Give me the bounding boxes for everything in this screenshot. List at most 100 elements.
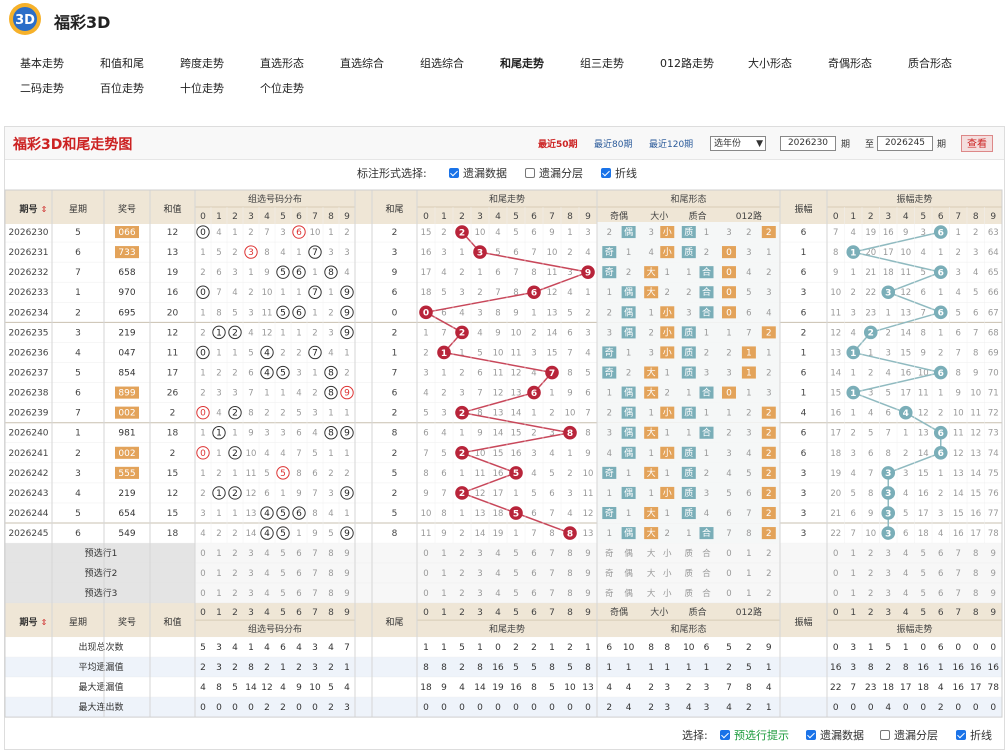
miss-count: 7 (513, 268, 518, 278)
tail-hit-number: 2 (459, 449, 465, 459)
miss-count: 1 (328, 409, 333, 419)
miss-count: 6 (216, 268, 221, 278)
stat-value: 2 (296, 663, 302, 673)
predict-digit: 4 (903, 589, 908, 599)
header-shape-group: 质合 (689, 210, 707, 222)
miss-count: 3 (459, 288, 464, 298)
checkbox-checked-icon[interactable] (806, 730, 816, 740)
option-checkbox[interactable]: 折线 (956, 727, 992, 743)
route-text: 2 (766, 429, 772, 439)
stat-value: 0 (495, 643, 501, 653)
miss-count: 2 (248, 228, 253, 238)
header-shape-group: 012路 (736, 210, 762, 222)
miss-count: 11 (475, 469, 486, 479)
tail-value: 0 (392, 308, 398, 318)
shape-text: 大 (647, 387, 656, 399)
hit-digit: 5 (280, 469, 286, 479)
tail-hit-number: 8 (567, 529, 573, 539)
checkbox-unchecked-icon[interactable] (880, 730, 890, 740)
hit-digit: 1 (216, 489, 222, 499)
predict-digit: 2 (232, 569, 237, 579)
miss-count: 1 (585, 288, 590, 298)
amp-value: 3 (801, 509, 807, 519)
miss-count: 13 (830, 348, 841, 358)
header-digit: 3 (885, 212, 891, 222)
miss-count: 8 (441, 509, 446, 519)
miss-count: 1 (344, 409, 349, 419)
checkbox-checked-icon[interactable] (720, 730, 730, 740)
stat-value: 0 (920, 703, 926, 713)
option-checkbox[interactable]: 预选行提示 (720, 727, 789, 743)
miss-count: 3 (648, 228, 653, 238)
shape-text: 小 (663, 488, 672, 499)
stat-value: 0 (312, 703, 318, 713)
miss-count: 4 (938, 529, 943, 539)
miss-count: 9 (264, 268, 269, 278)
option-label: 折线 (970, 729, 992, 742)
miss-count: 1 (704, 228, 709, 238)
miss-count: 7 (296, 449, 301, 459)
option-checkbox[interactable]: 遗漏数据 (806, 727, 864, 743)
hit-digit: 7 (312, 288, 318, 298)
miss-count: 4 (344, 268, 349, 278)
weekday: 7 (75, 268, 81, 278)
stat-value: 17 (900, 683, 911, 693)
miss-count: 1 (607, 389, 612, 399)
stat-value: 0 (513, 703, 519, 713)
predict-digit: 0 (200, 589, 205, 599)
miss-count: 70 (988, 369, 999, 379)
miss-count: 2 (296, 348, 301, 358)
miss-count: 1 (567, 228, 572, 238)
route-text: 2 (766, 489, 772, 499)
amp-value: 1 (801, 348, 807, 358)
miss-count: 10 (865, 529, 876, 539)
miss-count: 6 (531, 228, 536, 238)
miss-count: 3 (531, 449, 536, 459)
miss-count: 2 (264, 409, 269, 419)
predict-digit: 9 (585, 569, 590, 579)
stat-value: 0 (868, 703, 874, 713)
predict-digit: 1 (216, 569, 221, 579)
miss-count: 12 (918, 409, 929, 419)
stat-value: 8 (216, 683, 222, 693)
predict-digit: 4 (903, 549, 908, 559)
predict-digit: 4 (264, 569, 269, 579)
stat-value: 4 (200, 683, 206, 693)
stat-value: 6 (938, 643, 944, 653)
predict-digit: 2 (868, 569, 873, 579)
predict-shape: 小 (663, 548, 672, 559)
miss-count: 7 (477, 389, 482, 399)
shape-text: 奇 (605, 266, 614, 278)
header-digit: 5 (920, 212, 926, 222)
miss-count: 4 (851, 469, 856, 479)
miss-count: 17 (830, 429, 841, 439)
stat-value: 3 (216, 663, 222, 673)
route-text: 2 (766, 228, 772, 238)
miss-count: 1 (280, 288, 285, 298)
header-digit: 7 (312, 212, 318, 222)
miss-count: 6 (746, 308, 751, 318)
miss-count: 1 (704, 328, 709, 338)
stat-label: 平均遗漏值 (78, 661, 123, 673)
stat-value: 2 (531, 643, 537, 653)
amp-value: 2 (801, 328, 807, 338)
miss-count: 63 (988, 228, 999, 238)
option-checkbox[interactable]: 遗漏分层 (880, 727, 938, 743)
checkbox-checked-icon[interactable] (956, 730, 966, 740)
miss-count: 4 (956, 288, 961, 298)
miss-count: 6 (973, 308, 978, 318)
tail-hit-number: 2 (459, 329, 465, 339)
header-digit: 7 (312, 608, 318, 618)
miss-count: 6 (746, 489, 751, 499)
predict-digit: 0 (423, 569, 428, 579)
amp-hit-number: 4 (903, 409, 909, 419)
options-label: 选择: (682, 729, 708, 742)
header-digit: 4 (264, 212, 270, 222)
miss-count: 11 (246, 469, 257, 479)
predict-shape: 0 (726, 589, 731, 599)
miss-count: 2 (459, 369, 464, 379)
stat-value: 0 (531, 703, 537, 713)
award-number: 219 (118, 328, 135, 338)
hit-digit: 5 (280, 509, 286, 519)
miss-count: 66 (988, 288, 999, 298)
